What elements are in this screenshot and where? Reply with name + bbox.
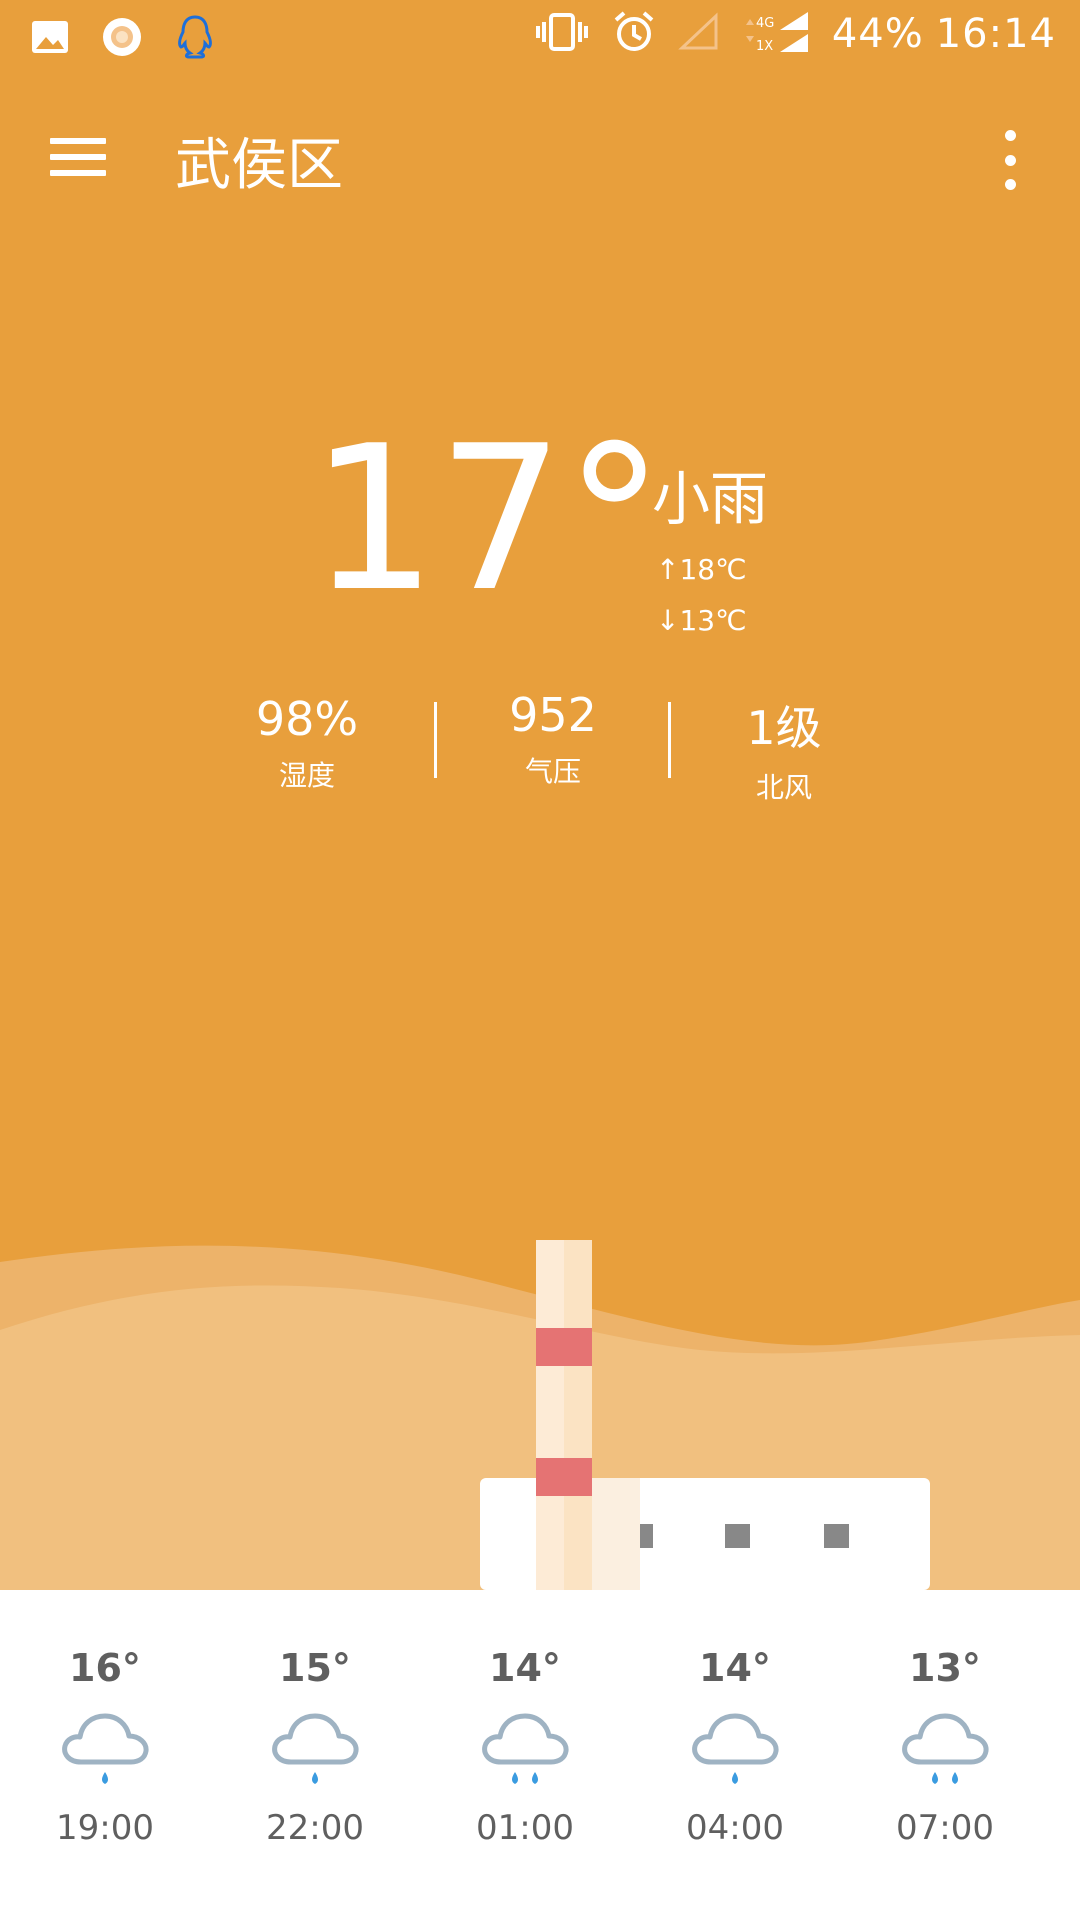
forecast-time: 04:00 (686, 1808, 784, 1848)
forecast-time: 22:00 (266, 1808, 364, 1848)
hourly-forecast: 16° 19:00 15° 22:00 14° 01:00 14° 04:00 … (0, 1590, 1080, 1920)
gallery-icon (30, 17, 70, 61)
wind-value: 1级 (746, 701, 822, 755)
light-rain-icon (235, 1708, 395, 1792)
signal-sim1-icon (678, 12, 722, 56)
clock: 16:14 (935, 11, 1056, 57)
forecast-item: 14° 04:00 (655, 1590, 815, 1848)
light-rain-icon (25, 1708, 185, 1792)
forecast-item: 16° 19:00 (25, 1590, 185, 1848)
weather-background: 4G 1X 44% 16:14 武侯区 17° 小雨 ↑18℃ ↓13℃ 98% … (0, 0, 1080, 1590)
forecast-temperature: 16° (69, 1646, 141, 1690)
chimney-shadow (592, 1478, 640, 1590)
forecast-time: 07:00 (896, 1808, 994, 1848)
forecast-item: 15° 22:00 (235, 1590, 395, 1848)
forecast-item: 14° 01:00 (445, 1590, 605, 1848)
wind-stat: 1级 北风 (684, 692, 884, 806)
notification-icons (30, 14, 216, 64)
app-notification-icon (100, 15, 144, 63)
wind-label: 北风 (755, 771, 812, 804)
chimney (536, 1240, 592, 1590)
light-rain-icon (655, 1708, 815, 1792)
humidity-value: 98% (255, 692, 359, 746)
qq-icon (174, 14, 216, 64)
factory-window (824, 1524, 849, 1548)
stat-divider (668, 702, 671, 778)
forecast-temperature: 14° (489, 1646, 561, 1690)
battery-percent: 44% (831, 11, 924, 57)
forecast-temperature: 15° (279, 1646, 351, 1690)
menu-icon[interactable] (50, 130, 110, 190)
current-temperature: 17° (310, 403, 665, 636)
forecast-item: 13° 07:00 (865, 1590, 1025, 1848)
more-options-icon[interactable] (995, 130, 1025, 190)
svg-text:1X: 1X (756, 39, 773, 54)
factory-illustration (0, 1240, 1080, 1590)
factory-window (725, 1524, 750, 1548)
svg-text:4G: 4G (756, 16, 774, 31)
low-temperature: ↓13℃ (656, 604, 747, 637)
vibrate-icon (534, 12, 590, 56)
forecast-time: 19:00 (56, 1808, 154, 1848)
forecast-temperature: 13° (909, 1646, 981, 1690)
moderate-rain-icon (865, 1708, 1025, 1792)
high-temperature: ↑18℃ (656, 553, 747, 586)
signal-4g-icon: 4G 1X (744, 10, 810, 58)
weather-condition: 小雨 (652, 465, 769, 533)
humidity-stat: 98% 湿度 (207, 692, 407, 794)
page-title: 武侯区 (175, 133, 343, 198)
stat-divider (434, 702, 437, 778)
humidity-label: 湿度 (278, 759, 335, 792)
pressure-value: 952 (509, 688, 597, 742)
system-icons: 4G 1X 44% 16:14 (534, 10, 1056, 58)
status-bar: 4G 1X 44% 16:14 (0, 0, 1080, 75)
forecast-time: 01:00 (476, 1808, 574, 1848)
alarm-icon (612, 10, 656, 58)
app-bar: 武侯区 (0, 96, 1080, 226)
moderate-rain-icon (445, 1708, 605, 1792)
forecast-temperature: 14° (699, 1646, 771, 1690)
pressure-label: 气压 (524, 755, 581, 788)
pressure-stat: 952 气压 (453, 688, 653, 790)
